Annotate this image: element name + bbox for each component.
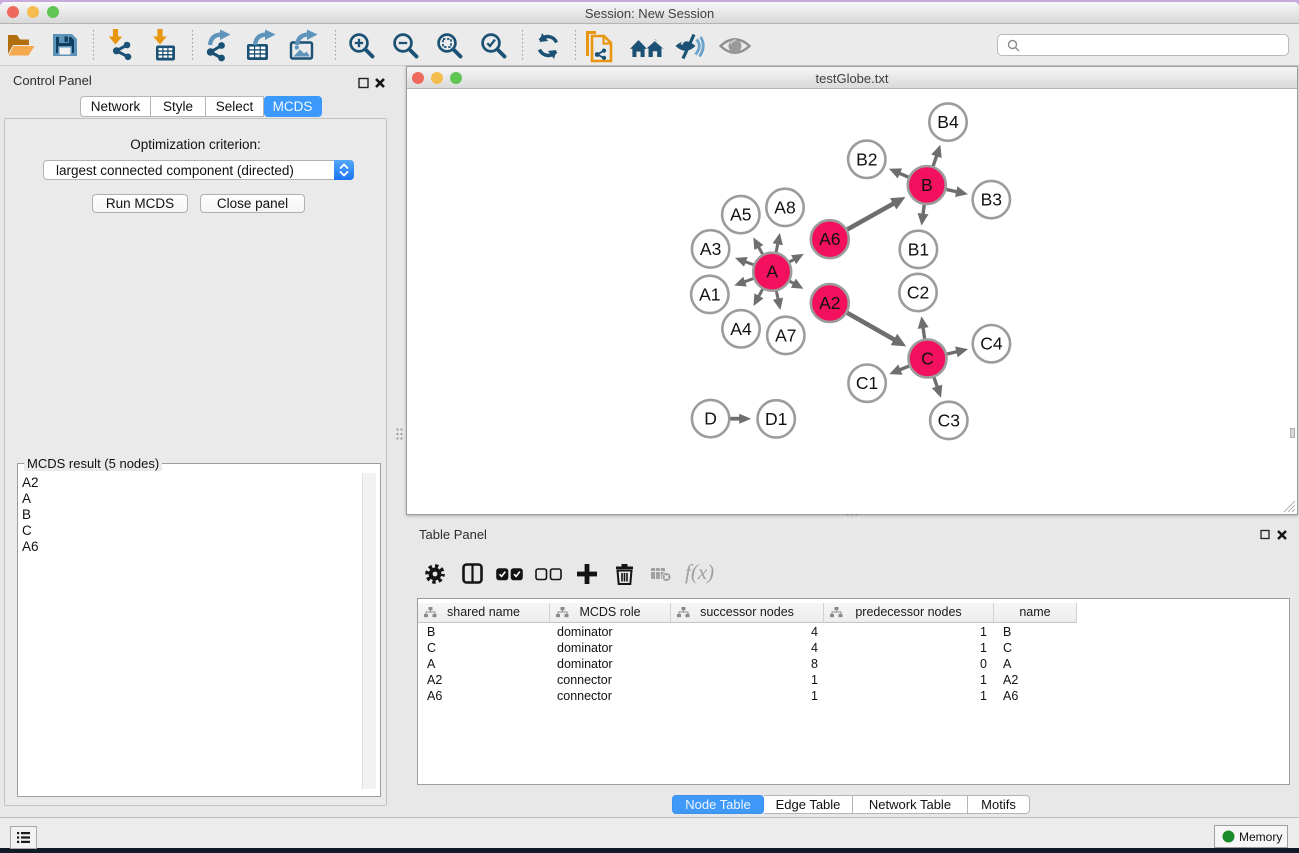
svg-text:A: A bbox=[766, 262, 778, 282]
svg-text:A4: A4 bbox=[730, 319, 752, 339]
svg-text:A3: A3 bbox=[700, 239, 721, 259]
svg-text:B4: B4 bbox=[937, 112, 959, 132]
svg-text:B: B bbox=[921, 175, 933, 195]
svg-text:C3: C3 bbox=[938, 410, 960, 430]
svg-text:D: D bbox=[704, 409, 717, 429]
svg-text:A5: A5 bbox=[730, 205, 751, 225]
svg-text:C4: C4 bbox=[980, 334, 1003, 354]
svg-text:A8: A8 bbox=[774, 197, 795, 217]
svg-text:A2: A2 bbox=[819, 293, 840, 313]
svg-text:C: C bbox=[921, 349, 934, 369]
svg-text:B1: B1 bbox=[908, 239, 929, 259]
svg-text:A7: A7 bbox=[775, 325, 796, 345]
svg-text:D1: D1 bbox=[765, 409, 787, 429]
svg-text:B2: B2 bbox=[856, 149, 877, 169]
svg-text:A6: A6 bbox=[819, 229, 840, 249]
svg-text:A1: A1 bbox=[699, 284, 720, 304]
svg-text:C1: C1 bbox=[856, 373, 878, 393]
svg-text:B3: B3 bbox=[981, 190, 1002, 210]
svg-text:C2: C2 bbox=[907, 283, 929, 303]
